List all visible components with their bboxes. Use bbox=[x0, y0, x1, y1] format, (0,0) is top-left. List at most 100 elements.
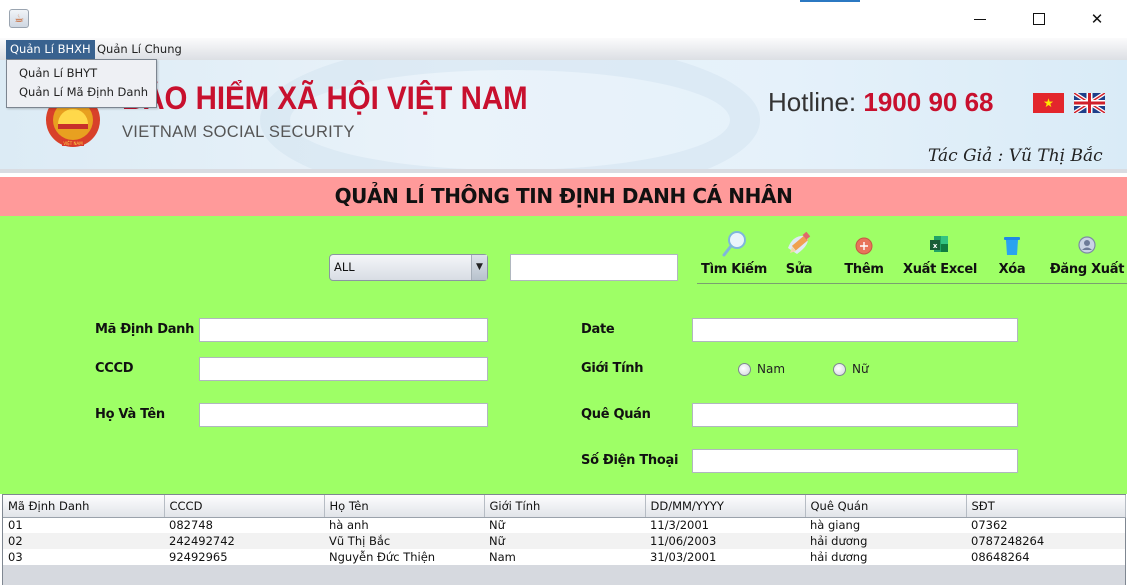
table-cell: hải dương bbox=[805, 549, 966, 565]
ma-dinh-danh-label: Mã Định Danh bbox=[95, 322, 195, 337]
table-cell: 242492742 bbox=[164, 533, 324, 549]
search-button-label: Tìm Kiếm bbox=[701, 262, 767, 277]
menu-bar: Quản Lí BHXH Quản Lí Chung bbox=[0, 38, 1127, 60]
table-cell: Nguyễn Đức Thiện bbox=[324, 549, 484, 565]
table-row[interactable]: 03 92492965 Nguyễn Đức Thiện Nam 31/03/2… bbox=[3, 549, 1125, 565]
column-header-gioi-tinh[interactable]: Giới Tính bbox=[484, 495, 646, 518]
radio-button-icon[interactable] bbox=[738, 362, 751, 376]
ho-va-ten-field[interactable] bbox=[199, 403, 488, 427]
date-field[interactable] bbox=[692, 318, 1018, 342]
ma-dinh-danh-field[interactable] bbox=[199, 318, 488, 342]
table-cell: 01 bbox=[3, 517, 164, 533]
brand-title: BẢO HIỂM XÃ HỘI VIỆT NAM bbox=[122, 80, 528, 116]
close-icon: ✕ bbox=[1090, 10, 1104, 28]
uk-flag-icon[interactable] bbox=[1074, 93, 1105, 113]
title-bar-accent bbox=[800, 0, 860, 2]
table-cell: 02 bbox=[3, 533, 164, 549]
table-cell: hải dương bbox=[805, 533, 966, 549]
table-cell: Nam bbox=[484, 549, 645, 565]
table-cell: Nữ bbox=[484, 517, 645, 533]
user-avatar-icon bbox=[1078, 236, 1096, 254]
table-cell: 0787248264 bbox=[966, 533, 1125, 549]
table-cell: 03 bbox=[3, 549, 164, 565]
page-title: QUẢN LÍ THÔNG TIN ĐỊNH DANH CÁ NHÂN bbox=[0, 177, 1127, 216]
column-header-cccd[interactable]: CCCD bbox=[164, 495, 325, 518]
hotline: Hotline: 1900 90 68 bbox=[768, 87, 994, 118]
records-table-container[interactable]: Mã Định Danh CCCD Họ Tên Giới Tính DD/MM… bbox=[2, 494, 1126, 585]
table-cell: 92492965 bbox=[164, 549, 324, 565]
menu-quan-li-bhxh[interactable]: Quản Lí BHXH bbox=[6, 40, 95, 59]
svg-text:VIỆT NAM: VIỆT NAM bbox=[63, 141, 83, 146]
minimize-icon bbox=[974, 18, 986, 20]
table-cell: hà anh bbox=[324, 517, 484, 533]
table-cell: 31/03/2001 bbox=[645, 549, 805, 565]
export-excel-button[interactable]: x Xuất Excel bbox=[901, 230, 979, 277]
menu-item-quan-li-ma-dinh-danh[interactable]: Quản Lí Mã Định Danh bbox=[7, 83, 156, 102]
table-cell: Vũ Thị Bắc bbox=[324, 533, 484, 549]
gender-radio-nu-label: Nữ bbox=[852, 362, 869, 376]
que-quan-label: Quê Quán bbox=[581, 407, 651, 422]
gender-radio-nam[interactable]: Nam bbox=[738, 362, 785, 376]
radio-button-icon[interactable] bbox=[833, 362, 846, 376]
so-dien-thoai-field[interactable] bbox=[692, 449, 1018, 473]
delete-button[interactable]: Xóa bbox=[995, 230, 1029, 277]
export-excel-button-label: Xuất Excel bbox=[902, 262, 978, 277]
column-header-ma-dinh-danh[interactable]: Mã Định Danh bbox=[3, 495, 165, 518]
gender-radio-nu[interactable]: Nữ bbox=[833, 362, 869, 376]
filter-select[interactable]: ALL ▼ bbox=[329, 254, 488, 281]
java-app-icon[interactable]: ☕ bbox=[9, 9, 29, 28]
title-bar: ☕ ✕ bbox=[0, 0, 1127, 38]
search-button[interactable]: Tìm Kiếm bbox=[700, 230, 768, 277]
menu-item-quan-li-bhyt[interactable]: Quản Lí BHYT bbox=[7, 64, 156, 83]
table-cell: hà giang bbox=[805, 517, 966, 533]
column-header-date[interactable]: DD/MM/YYYY bbox=[645, 495, 806, 518]
bhxh-dropdown-menu: Quản Lí BHYT Quản Lí Mã Định Danh bbox=[6, 59, 157, 108]
table-cell: 08648264 bbox=[966, 549, 1125, 565]
hotline-label: Hotline: bbox=[768, 87, 864, 117]
edit-button[interactable]: Sửa bbox=[781, 230, 817, 277]
que-quan-field[interactable] bbox=[692, 403, 1018, 427]
table-cell: 082748 bbox=[164, 517, 324, 533]
column-header-sdt[interactable]: SĐT bbox=[966, 495, 1126, 518]
records-table: Mã Định Danh CCCD Họ Tên Giới Tính DD/MM… bbox=[3, 495, 1126, 565]
column-header-que-quan[interactable]: Quê Quán bbox=[805, 495, 967, 518]
date-label: Date bbox=[581, 322, 615, 337]
table-header-row: Mã Định Danh CCCD Họ Tên Giới Tính DD/MM… bbox=[3, 495, 1126, 518]
cccd-field[interactable] bbox=[199, 357, 488, 381]
toolbar: Tìm Kiếm Sửa Thêm x Xuất Excel Xóa Đăng … bbox=[697, 230, 1127, 284]
magnifier-icon bbox=[722, 231, 746, 257]
trash-icon bbox=[1004, 237, 1020, 255]
chevron-down-icon[interactable]: ▼ bbox=[471, 255, 487, 280]
search-input[interactable] bbox=[510, 254, 678, 281]
table-cell: Nữ bbox=[484, 533, 645, 549]
banner: VIỆT NAM BẢO HIỂM XÃ HỘI VIỆT NAM VIETNA… bbox=[0, 60, 1127, 173]
filter-select-value: ALL bbox=[334, 260, 355, 274]
table-row[interactable]: 02 242492742 Vũ Thị Bắc Nữ 11/06/2003 hả… bbox=[3, 533, 1125, 549]
logout-button-label: Đăng Xuất bbox=[1049, 262, 1125, 277]
excel-icon: x bbox=[930, 236, 948, 252]
vietnam-flag-icon[interactable]: ★ bbox=[1033, 93, 1064, 113]
add-button[interactable]: Thêm bbox=[839, 230, 889, 277]
form-panel: ALL ▼ Tìm Kiếm Sửa Thêm x Xuất Excel Xóa… bbox=[0, 216, 1127, 494]
close-button[interactable]: ✕ bbox=[1074, 0, 1120, 38]
table-cell: 11/3/2001 bbox=[645, 517, 805, 533]
logout-button[interactable]: Đăng Xuất bbox=[1049, 230, 1125, 277]
cccd-label: CCCD bbox=[95, 361, 134, 376]
column-header-ho-ten[interactable]: Họ Tên bbox=[324, 495, 485, 518]
brand-subtitle: VIETNAM SOCIAL SECURITY bbox=[122, 123, 355, 141]
edit-button-label: Sửa bbox=[785, 262, 813, 277]
table-row[interactable]: 01 082748 hà anh Nữ 11/3/2001 hà giang 0… bbox=[3, 517, 1125, 533]
delete-button-label: Xóa bbox=[998, 262, 1026, 277]
maximize-button[interactable] bbox=[1016, 0, 1062, 38]
gioi-tinh-label: Giới Tính bbox=[581, 361, 644, 376]
table-cell: 07362 bbox=[966, 517, 1125, 533]
so-dien-thoai-label: Số Điện Thoại bbox=[581, 453, 679, 468]
minimize-button[interactable] bbox=[957, 0, 1003, 38]
menu-quan-li-chung[interactable]: Quản Lí Chung bbox=[93, 40, 186, 59]
hotline-number: 1900 90 68 bbox=[863, 87, 994, 117]
ho-va-ten-label: Họ Và Tên bbox=[95, 407, 165, 422]
gender-radio-nam-label: Nam bbox=[757, 362, 786, 376]
pencil-icon bbox=[788, 231, 811, 254]
maximize-icon bbox=[1033, 13, 1045, 25]
app-window: ☕ ✕ Quản Lí BHXH Quản Lí Chung VIỆT NAM … bbox=[0, 0, 1127, 585]
